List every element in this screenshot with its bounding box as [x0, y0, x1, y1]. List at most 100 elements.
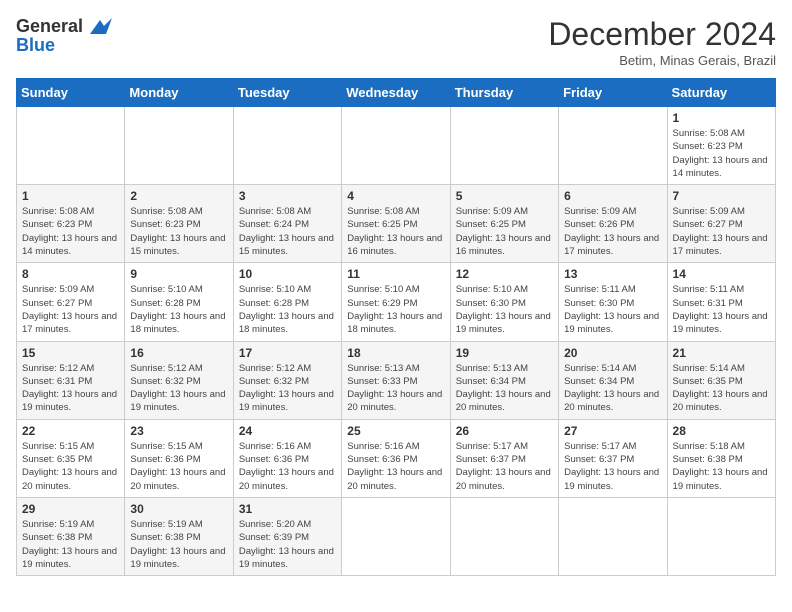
- day-number: 12: [456, 267, 553, 281]
- day-info: Sunrise: 5:16 AM Sunset: 6:36 PM Dayligh…: [347, 440, 444, 493]
- daylight-label: Daylight: 13 hours and 19 minutes.: [22, 388, 119, 415]
- sunrise-label: Sunrise: 5:09 AM: [22, 283, 119, 296]
- sunrise-label: Sunrise: 5:10 AM: [456, 283, 553, 296]
- calendar-week-row: 1 Sunrise: 5:08 AM Sunset: 6:23 PM Dayli…: [17, 185, 776, 263]
- daylight-label: Daylight: 13 hours and 15 minutes.: [130, 232, 227, 259]
- calendar-cell: 20 Sunrise: 5:14 AM Sunset: 6:34 PM Dayl…: [559, 341, 667, 419]
- calendar-cell: [125, 107, 233, 185]
- day-number: 11: [347, 267, 444, 281]
- day-number: 13: [564, 267, 661, 281]
- daylight-label: Daylight: 13 hours and 18 minutes.: [130, 310, 227, 337]
- sunset-label: Sunset: 6:28 PM: [130, 297, 227, 310]
- day-number: 2: [130, 189, 227, 203]
- day-info: Sunrise: 5:09 AM Sunset: 6:27 PM Dayligh…: [22, 283, 119, 336]
- daylight-label: Daylight: 13 hours and 17 minutes.: [673, 232, 770, 259]
- sunrise-label: Sunrise: 5:15 AM: [22, 440, 119, 453]
- day-number: 19: [456, 346, 553, 360]
- daylight-label: Daylight: 13 hours and 18 minutes.: [347, 310, 444, 337]
- day-number: 5: [456, 189, 553, 203]
- sunset-label: Sunset: 6:32 PM: [130, 375, 227, 388]
- sunrise-label: Sunrise: 5:09 AM: [673, 205, 770, 218]
- daylight-label: Daylight: 13 hours and 18 minutes.: [239, 310, 336, 337]
- header-thursday: Thursday: [450, 79, 558, 107]
- daylight-label: Daylight: 13 hours and 17 minutes.: [564, 232, 661, 259]
- sunset-label: Sunset: 6:31 PM: [673, 297, 770, 310]
- day-info: Sunrise: 5:12 AM Sunset: 6:31 PM Dayligh…: [22, 362, 119, 415]
- sunrise-label: Sunrise: 5:08 AM: [347, 205, 444, 218]
- calendar-cell: 18 Sunrise: 5:13 AM Sunset: 6:33 PM Dayl…: [342, 341, 450, 419]
- sunrise-label: Sunrise: 5:11 AM: [673, 283, 770, 296]
- logo: General Blue: [16, 16, 112, 56]
- calendar-cell: 26 Sunrise: 5:17 AM Sunset: 6:37 PM Dayl…: [450, 419, 558, 497]
- day-info: Sunrise: 5:09 AM Sunset: 6:26 PM Dayligh…: [564, 205, 661, 258]
- day-info: Sunrise: 5:20 AM Sunset: 6:39 PM Dayligh…: [239, 518, 336, 571]
- sunset-label: Sunset: 6:35 PM: [22, 453, 119, 466]
- calendar-week-row: 22 Sunrise: 5:15 AM Sunset: 6:35 PM Dayl…: [17, 419, 776, 497]
- sunset-label: Sunset: 6:38 PM: [673, 453, 770, 466]
- sunrise-label: Sunrise: 5:09 AM: [564, 205, 661, 218]
- day-number: 9: [130, 267, 227, 281]
- sunset-label: Sunset: 6:27 PM: [22, 297, 119, 310]
- daylight-label: Daylight: 13 hours and 20 minutes.: [22, 466, 119, 493]
- calendar-cell: 6 Sunrise: 5:09 AM Sunset: 6:26 PM Dayli…: [559, 185, 667, 263]
- sunset-label: Sunset: 6:23 PM: [673, 140, 770, 153]
- day-number: 29: [22, 502, 119, 516]
- sunrise-label: Sunrise: 5:11 AM: [564, 283, 661, 296]
- calendar-cell: 9 Sunrise: 5:10 AM Sunset: 6:28 PM Dayli…: [125, 263, 233, 341]
- day-info: Sunrise: 5:10 AM Sunset: 6:28 PM Dayligh…: [130, 283, 227, 336]
- sunrise-label: Sunrise: 5:20 AM: [239, 518, 336, 531]
- day-number: 8: [22, 267, 119, 281]
- sunrise-label: Sunrise: 5:14 AM: [673, 362, 770, 375]
- daylight-label: Daylight: 13 hours and 20 minutes.: [456, 466, 553, 493]
- calendar-cell: 22 Sunrise: 5:15 AM Sunset: 6:35 PM Dayl…: [17, 419, 125, 497]
- day-number: 3: [239, 189, 336, 203]
- sunset-label: Sunset: 6:33 PM: [347, 375, 444, 388]
- logo-general: General: [16, 17, 83, 37]
- calendar-cell: 31 Sunrise: 5:20 AM Sunset: 6:39 PM Dayl…: [233, 497, 341, 575]
- daylight-label: Daylight: 13 hours and 14 minutes.: [673, 154, 770, 181]
- day-number: 28: [673, 424, 770, 438]
- calendar-cell: 29 Sunrise: 5:19 AM Sunset: 6:38 PM Dayl…: [17, 497, 125, 575]
- header-friday: Friday: [559, 79, 667, 107]
- day-info: Sunrise: 5:14 AM Sunset: 6:34 PM Dayligh…: [564, 362, 661, 415]
- day-info: Sunrise: 5:10 AM Sunset: 6:30 PM Dayligh…: [456, 283, 553, 336]
- calendar-cell: 11 Sunrise: 5:10 AM Sunset: 6:29 PM Dayl…: [342, 263, 450, 341]
- daylight-label: Daylight: 13 hours and 20 minutes.: [456, 388, 553, 415]
- sunset-label: Sunset: 6:25 PM: [347, 218, 444, 231]
- day-info: Sunrise: 5:09 AM Sunset: 6:27 PM Dayligh…: [673, 205, 770, 258]
- calendar-cell: [17, 107, 125, 185]
- day-number: 30: [130, 502, 227, 516]
- sunset-label: Sunset: 6:34 PM: [564, 375, 661, 388]
- header-sunday: Sunday: [17, 79, 125, 107]
- sunset-label: Sunset: 6:37 PM: [564, 453, 661, 466]
- sunset-label: Sunset: 6:36 PM: [347, 453, 444, 466]
- calendar-cell: 30 Sunrise: 5:19 AM Sunset: 6:38 PM Dayl…: [125, 497, 233, 575]
- sunrise-label: Sunrise: 5:15 AM: [130, 440, 227, 453]
- day-info: Sunrise: 5:19 AM Sunset: 6:38 PM Dayligh…: [130, 518, 227, 571]
- calendar-cell: 1 Sunrise: 5:08 AM Sunset: 6:23 PM Dayli…: [667, 107, 775, 185]
- day-number: 31: [239, 502, 336, 516]
- calendar-cell: [559, 107, 667, 185]
- day-info: Sunrise: 5:19 AM Sunset: 6:38 PM Dayligh…: [22, 518, 119, 571]
- day-number: 18: [347, 346, 444, 360]
- sunrise-label: Sunrise: 5:08 AM: [22, 205, 119, 218]
- sunrise-label: Sunrise: 5:17 AM: [456, 440, 553, 453]
- sunset-label: Sunset: 6:35 PM: [673, 375, 770, 388]
- page-header: General Blue December 2024 Betim, Minas …: [16, 16, 776, 68]
- calendar-cell: [342, 497, 450, 575]
- sunrise-label: Sunrise: 5:12 AM: [22, 362, 119, 375]
- calendar-header-row: SundayMondayTuesdayWednesdayThursdayFrid…: [17, 79, 776, 107]
- sunset-label: Sunset: 6:30 PM: [564, 297, 661, 310]
- day-info: Sunrise: 5:16 AM Sunset: 6:36 PM Dayligh…: [239, 440, 336, 493]
- sunrise-label: Sunrise: 5:08 AM: [673, 127, 770, 140]
- calendar-cell: 5 Sunrise: 5:09 AM Sunset: 6:25 PM Dayli…: [450, 185, 558, 263]
- calendar-cell: 8 Sunrise: 5:09 AM Sunset: 6:27 PM Dayli…: [17, 263, 125, 341]
- calendar-cell: [233, 107, 341, 185]
- sunrise-label: Sunrise: 5:13 AM: [456, 362, 553, 375]
- day-info: Sunrise: 5:17 AM Sunset: 6:37 PM Dayligh…: [456, 440, 553, 493]
- day-number: 4: [347, 189, 444, 203]
- daylight-label: Daylight: 13 hours and 16 minutes.: [347, 232, 444, 259]
- sunrise-label: Sunrise: 5:10 AM: [130, 283, 227, 296]
- day-info: Sunrise: 5:11 AM Sunset: 6:30 PM Dayligh…: [564, 283, 661, 336]
- calendar-cell: 23 Sunrise: 5:15 AM Sunset: 6:36 PM Dayl…: [125, 419, 233, 497]
